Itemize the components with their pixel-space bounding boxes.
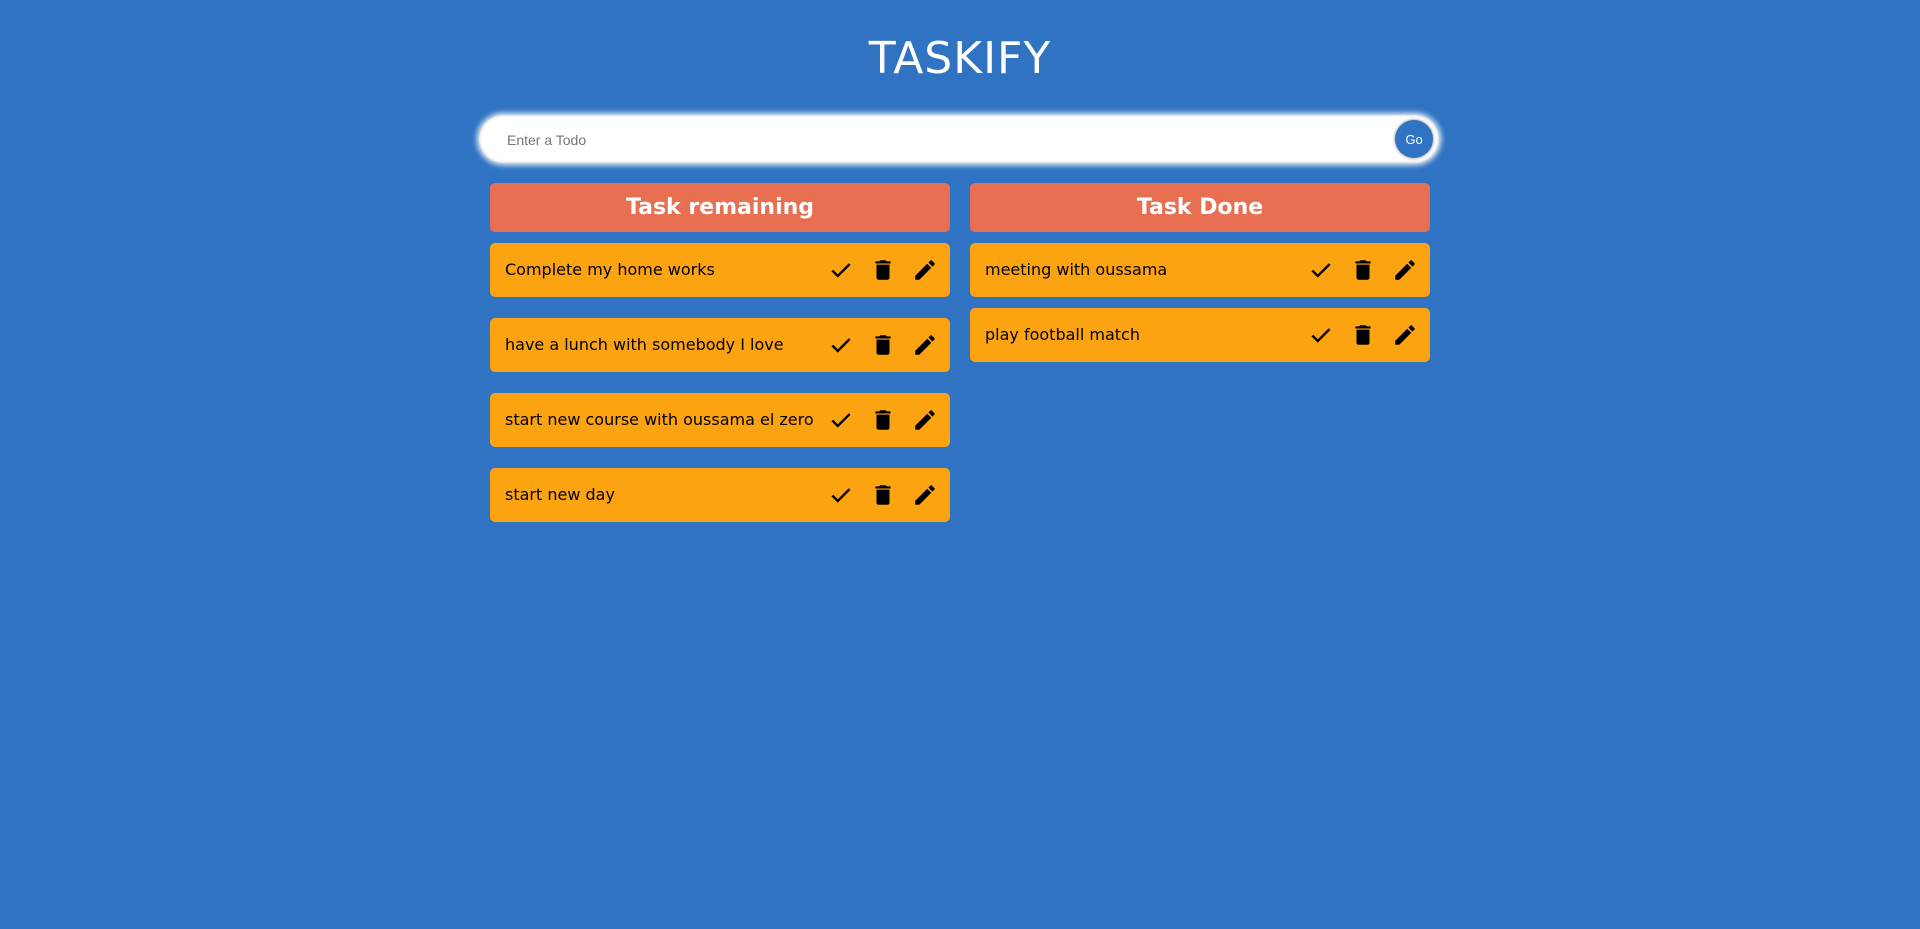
task-text: start new course with oussama el zero — [505, 410, 814, 429]
check-icon[interactable] — [1308, 257, 1334, 283]
pencil-icon[interactable] — [912, 407, 938, 433]
check-icon[interactable] — [828, 332, 854, 358]
pencil-icon[interactable] — [1392, 257, 1418, 283]
task-item[interactable]: meeting with oussama — [970, 243, 1430, 297]
trash-icon[interactable] — [870, 482, 896, 508]
check-icon[interactable] — [828, 482, 854, 508]
tasks-done-header: Task Done — [970, 183, 1430, 232]
task-text: start new day — [505, 485, 615, 504]
pencil-icon[interactable] — [912, 482, 938, 508]
tasks-done-column: Task Done meeting with oussama play foot… — [970, 183, 1430, 362]
task-item[interactable]: Complete my home works — [490, 243, 950, 297]
task-actions — [1308, 322, 1418, 348]
trash-icon[interactable] — [870, 332, 896, 358]
tasks-remaining-header: Task remaining — [490, 183, 950, 232]
trash-icon[interactable] — [1350, 322, 1376, 348]
task-actions — [828, 257, 938, 283]
trash-icon[interactable] — [870, 257, 896, 283]
tasks-remaining-column: Task remaining Complete my home works ha… — [490, 183, 950, 522]
app-root: TASKIFY Go Task remaining Complete my ho… — [0, 0, 1920, 929]
task-item[interactable]: start new course with oussama el zero — [490, 393, 950, 447]
task-actions — [828, 407, 938, 433]
trash-icon[interactable] — [870, 407, 896, 433]
task-text: have a lunch with somebody I love — [505, 335, 784, 354]
task-text: meeting with oussama — [985, 260, 1168, 279]
trash-icon[interactable] — [1350, 257, 1376, 283]
task-actions — [1308, 257, 1418, 283]
task-item[interactable]: have a lunch with somebody I love — [490, 318, 950, 372]
task-text: play football match — [985, 325, 1140, 344]
task-actions — [828, 332, 938, 358]
check-icon[interactable] — [828, 257, 854, 283]
check-icon[interactable] — [828, 407, 854, 433]
todo-input[interactable] — [505, 125, 1359, 155]
go-button[interactable]: Go — [1395, 120, 1433, 158]
app-title: TASKIFY — [868, 33, 1052, 84]
pencil-icon[interactable] — [912, 332, 938, 358]
task-item[interactable]: start new day — [490, 468, 950, 522]
task-text: Complete my home works — [505, 260, 715, 279]
check-icon[interactable] — [1308, 322, 1334, 348]
task-actions — [828, 482, 938, 508]
task-item[interactable]: play football match — [970, 308, 1430, 362]
pencil-icon[interactable] — [1392, 322, 1418, 348]
todo-form: Go — [479, 115, 1439, 163]
pencil-icon[interactable] — [912, 257, 938, 283]
